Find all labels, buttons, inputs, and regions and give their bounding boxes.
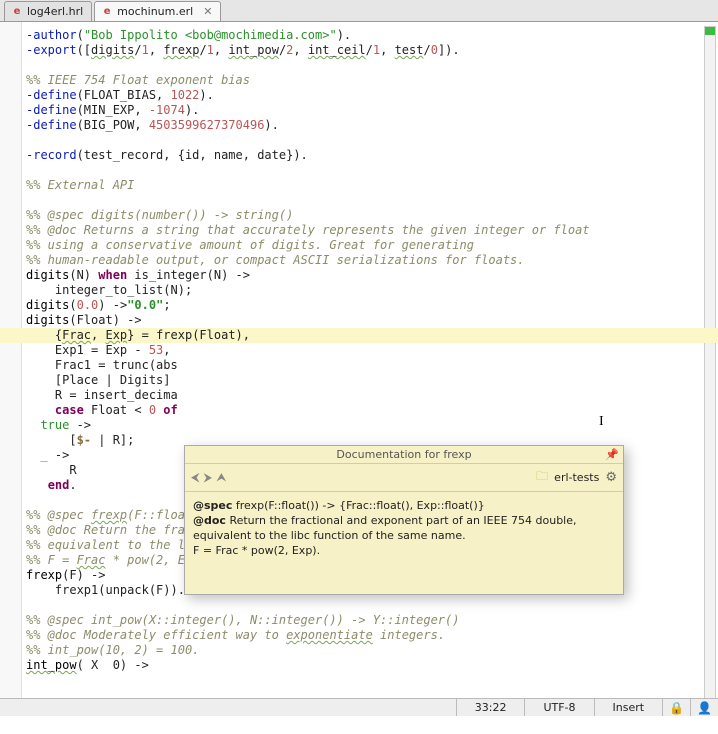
forward-icon[interactable]: ⮞ (204, 470, 213, 485)
doc-tooltip: Documentation for frexp 📌 ⮜ ⮞ ⮝ 🗀 erl-te… (184, 445, 624, 595)
tooltip-doc: Return the fractional and exponent part … (193, 514, 577, 542)
erlang-file-icon: e (101, 6, 113, 18)
status-bar: 33:22 UTF-8 Insert 🔒 👤 (0, 698, 718, 716)
editor[interactable]: -author("Bob Ippolito <bob@mochimedia.co… (0, 22, 718, 716)
tab-label: mochinum.erl (117, 5, 193, 18)
text-cursor-icon: I (599, 414, 604, 430)
tab-mochinum[interactable]: e mochinum.erl ✕ (94, 1, 221, 21)
tooltip-project[interactable]: erl-tests (554, 471, 599, 484)
tooltip-title-bar: Documentation for frexp 📌 (185, 446, 623, 464)
folder-icon: 🗀 (536, 467, 548, 488)
status-spacer (0, 699, 456, 716)
erlang-file-icon: e (11, 6, 23, 18)
up-icon[interactable]: ⮝ (216, 470, 226, 485)
status-mode[interactable]: Insert (594, 699, 663, 716)
lock-icon: 🔒 (669, 701, 684, 715)
status-position[interactable]: 33:22 (456, 699, 525, 716)
gear-icon[interactable]: ⚙ (605, 470, 617, 485)
tab-bar: e log4erl.hrl e mochinum.erl ✕ (0, 0, 718, 22)
tooltip-title: Documentation for frexp (336, 448, 471, 461)
tab-log4erl[interactable]: e log4erl.hrl (4, 1, 92, 21)
tooltip-body: @spec frexp(F::float()) -> {Frac::float(… (185, 492, 623, 564)
tooltip-toolbar: ⮜ ⮞ ⮝ 🗀 erl-tests ⚙ (185, 464, 623, 492)
close-icon[interactable]: ✕ (203, 5, 212, 18)
tab-label: log4erl.hrl (27, 5, 83, 18)
tooltip-nav: ⮜ ⮞ ⮝ (191, 470, 226, 485)
status-lock[interactable]: 🔒 (662, 699, 690, 716)
tooltip-formula: F = Frac * pow(2, Exp). (193, 543, 615, 558)
status-user[interactable]: 👤 (690, 699, 718, 716)
back-icon[interactable]: ⮜ (191, 470, 200, 485)
tooltip-spec: frexp(F::float()) -> {Frac::float(), Exp… (236, 499, 485, 512)
person-icon: 👤 (697, 701, 712, 715)
pin-icon[interactable]: 📌 (605, 448, 619, 461)
status-encoding[interactable]: UTF-8 (524, 699, 593, 716)
